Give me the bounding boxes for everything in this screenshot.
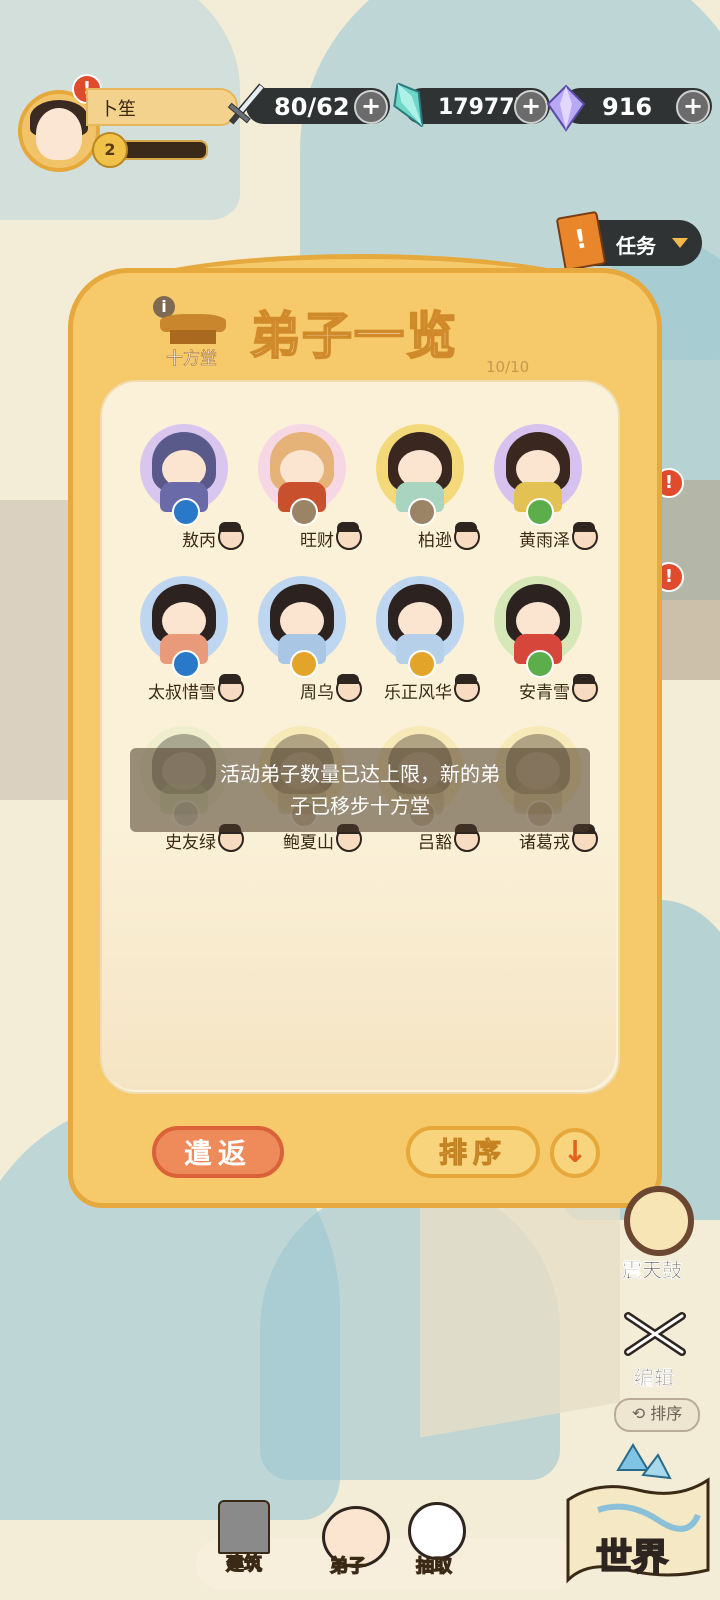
gem-icon: [546, 84, 586, 132]
disciple-name: 安青雪: [519, 683, 570, 703]
disciple-card[interactable]: 黄雨泽: [480, 424, 598, 554]
toast-line-1: 活动弟子数量已达上限，新的弟: [220, 762, 500, 786]
disciple-card[interactable]: 乐正风华: [362, 576, 480, 706]
disciple-card[interactable]: 周乌: [244, 576, 362, 706]
disciple-name: 太叔惜雪: [148, 683, 216, 703]
disciple-head-icon: [572, 522, 598, 550]
disciple-name: 柏逊: [418, 531, 452, 551]
sword-icon: [227, 82, 266, 125]
refresh-icon: ⟲: [631, 1404, 646, 1423]
hall-label: 十方堂: [166, 349, 218, 370]
map-sort-button[interactable]: ⟲ 排序: [614, 1398, 700, 1432]
dismiss-button[interactable]: 遣返: [152, 1126, 284, 1178]
gem-value: 916: [602, 93, 653, 121]
disciple-card[interactable]: 太叔惜雪: [126, 576, 244, 706]
disciple-head-icon: [218, 674, 244, 702]
element-icon: [408, 498, 436, 526]
nav-disciple-label[interactable]: 弟子: [329, 1552, 366, 1578]
element-icon: [172, 498, 200, 526]
task-label: 任务: [616, 234, 656, 258]
sort-direction-button[interactable]: ↓: [550, 1128, 600, 1178]
disciple-name: 旺财: [300, 531, 334, 551]
crystal-plus-button[interactable]: +: [514, 90, 548, 124]
nav-build-label[interactable]: 建筑: [225, 1550, 262, 1576]
element-icon: [290, 498, 318, 526]
resource-crystal: 179777 +: [393, 81, 550, 129]
crystal-icon: [393, 81, 424, 129]
sort-button[interactable]: 排序: [406, 1126, 540, 1178]
disciple-name: 黄雨泽: [519, 531, 570, 551]
disciple-count: 10/10: [486, 358, 530, 376]
building-icon[interactable]: [218, 1500, 270, 1554]
disciple-card[interactable]: 安青雪: [480, 576, 598, 706]
nav-world-label[interactable]: 世界: [595, 1528, 669, 1580]
top-hud: ! 卜笙 2 80/62 + 179777 + 916 +: [0, 74, 720, 172]
stamina-value: 80/62: [274, 93, 350, 121]
task-button[interactable]: ! 任务: [555, 210, 702, 272]
element-icon: [172, 650, 200, 678]
toast-message: 活动弟子数量已达上限，新的弟 子已移步十方堂: [130, 748, 590, 832]
toast-line-2: 子已移步十方堂: [290, 794, 430, 818]
disciple-head-icon: [218, 522, 244, 550]
nav-draw-label[interactable]: 抽取: [415, 1552, 452, 1578]
drum-icon[interactable]: [624, 1186, 694, 1256]
edit-arrows-icon[interactable]: [620, 1308, 690, 1360]
panel-title: 弟子一览: [249, 306, 458, 366]
element-icon: [408, 650, 436, 678]
disciple-card[interactable]: 柏逊: [362, 424, 480, 554]
gem-plus-button[interactable]: +: [676, 90, 710, 124]
disciple-name: 敖丙: [182, 531, 216, 551]
disciple-head-icon: [336, 522, 362, 550]
disciple-name: 乐正风华: [384, 683, 452, 703]
edit-label: 编辑: [634, 1366, 674, 1390]
disciple-head-icon: [336, 674, 362, 702]
resource-gem: 916 +: [546, 84, 712, 132]
disciple-head-icon: [454, 522, 480, 550]
player-name-plate[interactable]: 卜笙: [86, 88, 238, 126]
element-icon: [526, 498, 554, 526]
decor-wave: [100, 820, 616, 1090]
level-badge: 2: [92, 132, 128, 168]
caret-down-icon: [672, 238, 688, 248]
disciple-name: 周乌: [300, 683, 334, 703]
disciple-head-icon: [572, 674, 598, 702]
map-sort-label: 排序: [650, 1404, 683, 1423]
resource-stamina: 80/62 +: [227, 82, 390, 125]
disciple-card[interactable]: 敖丙: [126, 424, 244, 554]
element-icon: [526, 650, 554, 678]
disciple-card[interactable]: 旺财: [244, 424, 362, 554]
task-book-icon: !: [555, 210, 607, 272]
drum-label: 震天鼓: [622, 1258, 682, 1282]
player-name: 卜笙: [100, 99, 136, 120]
disciple-head-icon: [454, 674, 480, 702]
element-icon: [290, 650, 318, 678]
